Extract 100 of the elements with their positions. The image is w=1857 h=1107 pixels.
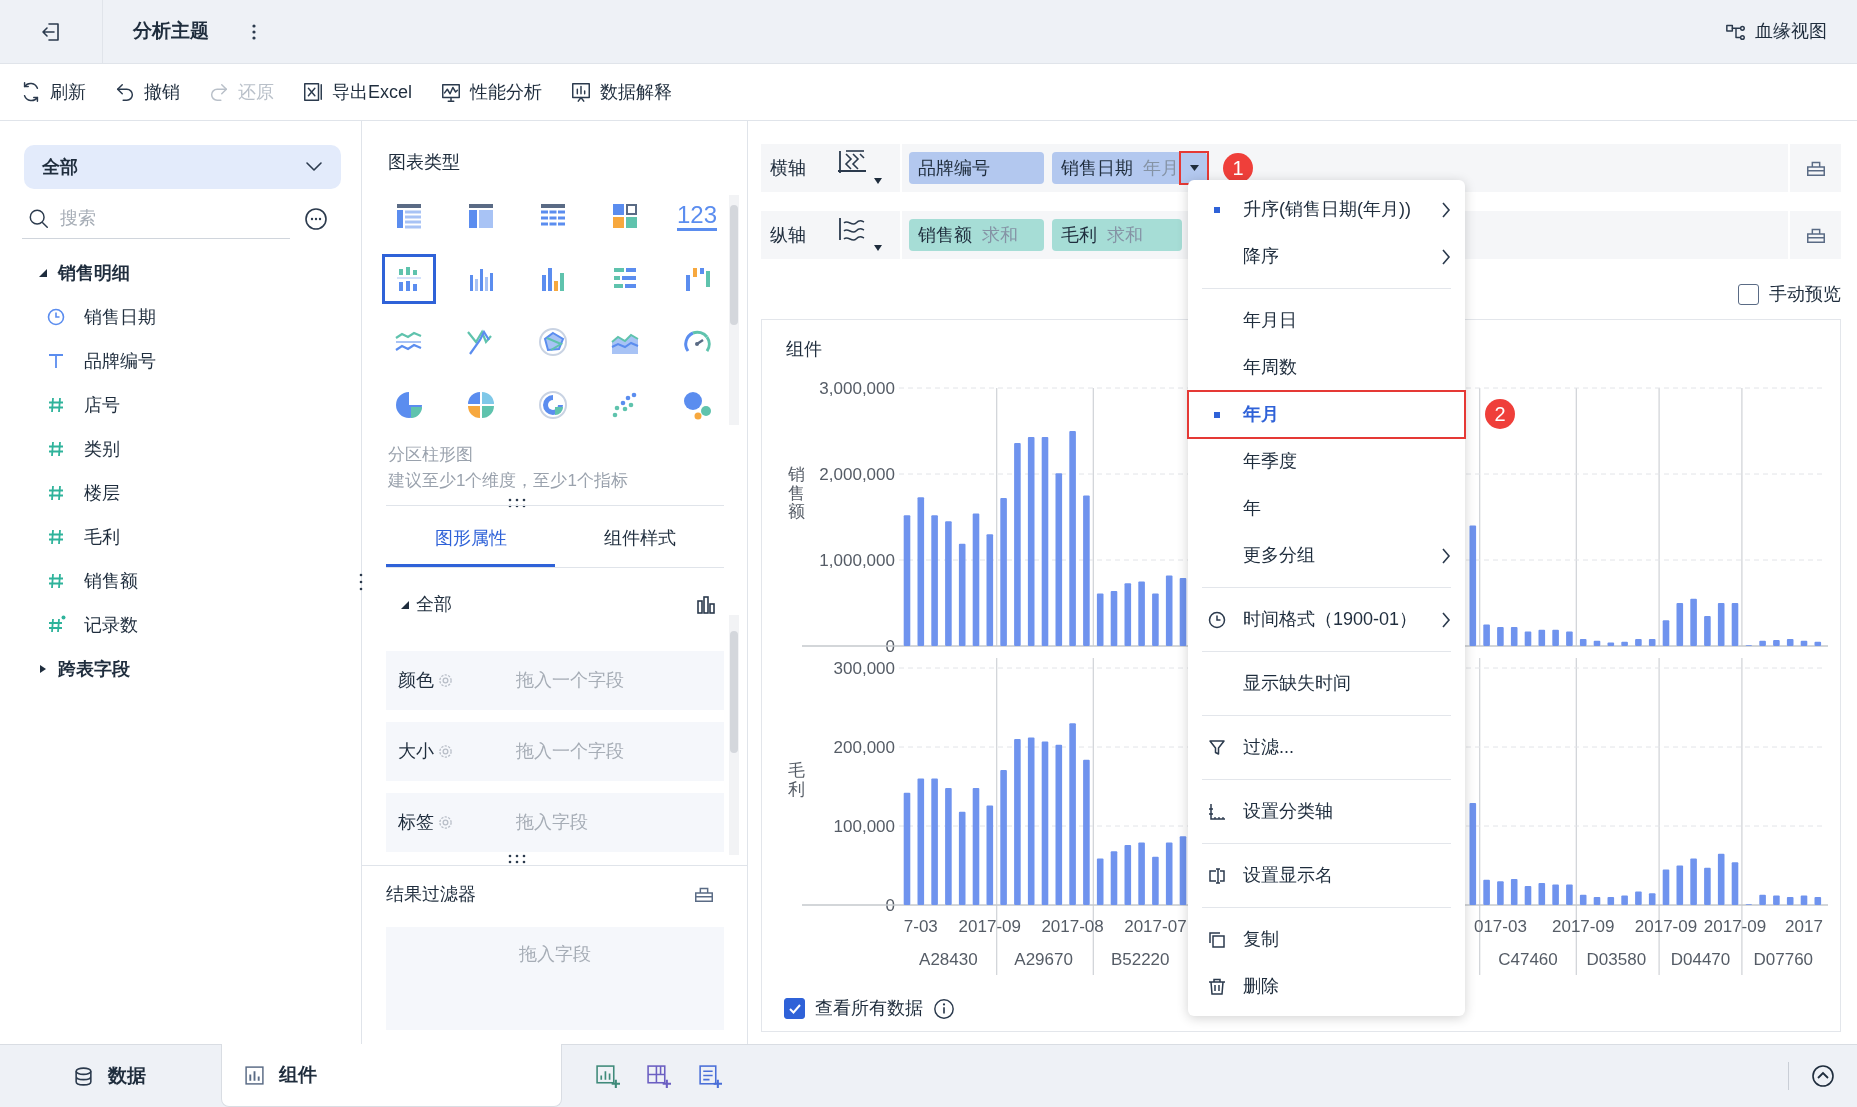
field-item[interactable]: 类别 — [0, 427, 361, 471]
scrollbar-thumb[interactable] — [730, 631, 738, 753]
bar — [1593, 897, 1601, 905]
tree-group[interactable]: 销售明细 — [0, 251, 361, 295]
redo-icon — [208, 81, 230, 103]
field-item[interactable]: 毛利 — [0, 515, 361, 559]
number-field-icon — [46, 439, 66, 459]
bar — [1635, 891, 1642, 905]
checkbox-label: 手动预览 — [1769, 282, 1841, 306]
field-item[interactable]: 品牌编号 — [0, 339, 361, 383]
menu-item[interactable]: 年月日 — [1188, 297, 1465, 344]
drag-handle-icon[interactable] — [359, 573, 363, 591]
axis-tick-label: 2017-09 — [1552, 917, 1615, 936]
toolbar-button[interactable]: 撤销 — [114, 78, 180, 106]
property-drop-zone[interactable]: 大小 拖入一个字段 — [386, 722, 724, 781]
collapse-icon[interactable] — [1811, 1064, 1835, 1088]
more-options-icon[interactable] — [304, 207, 328, 231]
checkbox[interactable] — [784, 998, 805, 1019]
toolbar-button[interactable]: 导出Excel — [302, 78, 412, 106]
callout-badge: 2 — [1485, 399, 1515, 429]
group-label: D07760 — [1753, 950, 1814, 969]
menu-item[interactable]: 过滤... — [1188, 724, 1465, 771]
field-item[interactable]: 销售日期 — [0, 295, 361, 339]
bar — [1152, 856, 1159, 905]
resize-handle-icon[interactable] — [507, 854, 527, 864]
property-drop-zone[interactable]: 标签 拖入字段 — [386, 793, 724, 852]
property-drop-zone[interactable]: 颜色 拖入一个字段 — [386, 651, 724, 710]
bottom-tab[interactable]: 组件 — [221, 1044, 562, 1107]
search-field[interactable]: 搜索 — [22, 199, 290, 239]
toolbar-button[interactable]: 性能分析 — [440, 78, 542, 106]
scrollbar-thumb[interactable] — [730, 205, 738, 325]
bar-chart-icon[interactable] — [696, 594, 716, 615]
bar — [1124, 844, 1132, 905]
lineage-view-button[interactable]: 血缘视图 — [1725, 18, 1827, 45]
bar — [1510, 627, 1518, 646]
properties-section-toggle[interactable]: 全部 — [400, 591, 452, 618]
bar — [1538, 629, 1546, 646]
copy-icon — [1206, 929, 1227, 950]
chart-type-button[interactable] — [382, 254, 436, 304]
property-tab[interactable]: 组件样式 — [555, 513, 724, 567]
menu-item[interactable]: 显示缺失时间 — [1188, 660, 1465, 707]
bar — [1497, 627, 1504, 646]
menu-item[interactable]: 删除 — [1188, 963, 1465, 1010]
bar — [1607, 897, 1615, 905]
drop-placeholder: 拖入一个字段 — [516, 740, 624, 763]
tree-group[interactable]: 跨表字段 — [0, 647, 361, 691]
add-chart-icon[interactable] — [595, 1063, 620, 1089]
info-icon[interactable] — [933, 997, 955, 1020]
property-label: 大小 — [398, 740, 434, 763]
menu-item[interactable]: 设置分类轴 — [1188, 788, 1465, 835]
menu-item[interactable]: 年季度 — [1188, 438, 1465, 485]
bar — [1497, 881, 1504, 905]
caret-icon[interactable] — [400, 599, 410, 610]
bar — [1179, 836, 1187, 905]
toolbar-button[interactable]: 数据解释 — [570, 78, 672, 106]
field-pill[interactable]: 销售额 求和 — [909, 219, 1044, 251]
menu-item[interactable]: 更多分组 — [1188, 532, 1465, 579]
bar — [1773, 895, 1780, 905]
chart-type-hint: 建议至少1个维度，至少1个指标 — [388, 470, 628, 492]
drop-placeholder: 拖入一个字段 — [516, 669, 624, 692]
bar — [1648, 639, 1656, 646]
bar — [1524, 631, 1532, 646]
axis-icon — [1206, 801, 1227, 822]
bar — [1179, 578, 1187, 646]
menu-item[interactable]: 年周数 — [1188, 344, 1465, 391]
bar — [1731, 603, 1739, 646]
menu-item[interactable]: 设置显示名 — [1188, 852, 1465, 899]
bar — [1510, 878, 1518, 905]
field-item[interactable]: 店号 — [0, 383, 361, 427]
bar — [1786, 897, 1794, 905]
axis-tick-label: 2017-09 — [1703, 917, 1767, 936]
number-field-icon — [46, 571, 66, 591]
bar — [1152, 593, 1159, 646]
field-item[interactable]: 记录数 — [0, 603, 361, 647]
add-layout-icon[interactable] — [646, 1063, 671, 1089]
more-icon[interactable] — [251, 22, 257, 41]
caret-icon[interactable] — [38, 268, 48, 278]
property-tab[interactable]: 图形属性 — [386, 513, 555, 567]
axis-tick-label: 2017-08 — [1041, 917, 1104, 936]
group-label: D04470 — [1670, 950, 1731, 969]
checkbox[interactable] — [1738, 283, 1759, 305]
field-item[interactable]: 销售额 — [0, 559, 361, 603]
field-pill[interactable]: 品牌编号 — [909, 152, 1044, 184]
dropdown-button[interactable] — [1181, 153, 1207, 183]
add-report-icon[interactable] — [697, 1063, 722, 1089]
axis-tick-label: 0 — [885, 896, 895, 915]
menu-item[interactable]: 降序 — [1188, 233, 1465, 280]
dataset-dropdown[interactable]: 全部 — [24, 145, 341, 189]
menu-item[interactable]: 复制 — [1188, 916, 1465, 963]
menu-item[interactable]: 时间格式（1900-01） — [1188, 596, 1465, 643]
bar — [1124, 583, 1132, 646]
menu-item[interactable]: 升序(销售日期(年月)) — [1188, 186, 1465, 233]
toolbar-button[interactable]: 刷新 — [20, 78, 86, 106]
bar — [1704, 867, 1711, 905]
field-pill[interactable]: 毛利 求和 — [1052, 219, 1182, 251]
field-item[interactable]: 楼层 — [0, 471, 361, 515]
bar — [1717, 603, 1725, 646]
caret-icon[interactable] — [38, 664, 48, 674]
menu-item[interactable]: 年 — [1188, 485, 1465, 532]
axis-tick-label: 2,000,000 — [819, 465, 895, 484]
